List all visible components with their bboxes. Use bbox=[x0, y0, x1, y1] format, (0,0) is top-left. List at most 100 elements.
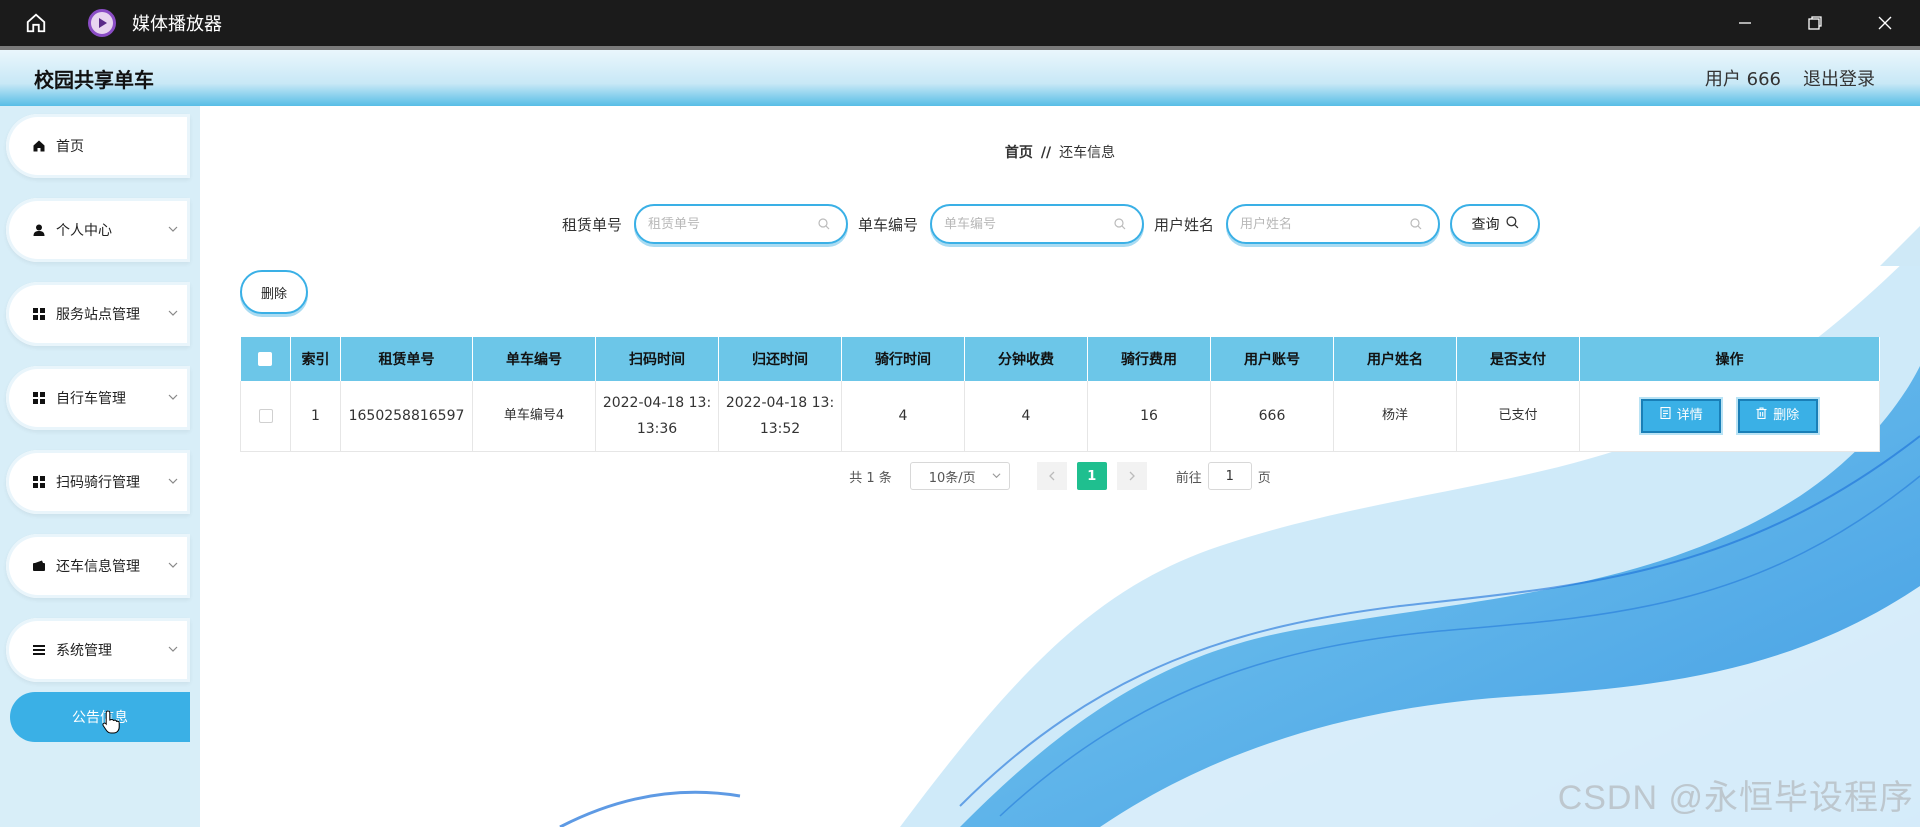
sidebar-item-returns[interactable]: 还车信息管理 bbox=[6, 534, 190, 598]
returns-table: 索引 租赁单号 单车编号 扫码时间 归还时间 骑行时间 分钟收费 骑行费用 用户… bbox=[240, 337, 1880, 452]
hand-cursor-icon bbox=[102, 710, 120, 738]
scan-time-line: 2022-04-18 13: bbox=[602, 394, 712, 411]
breadcrumb-home[interactable]: 首页 bbox=[1005, 145, 1033, 161]
scan-time-cell: 2022-04-18 13: 13:36 bbox=[595, 381, 719, 452]
sidebar-item-label: 首页 bbox=[56, 139, 84, 155]
trash-icon bbox=[1756, 403, 1767, 429]
sidebar-item-home[interactable]: 首页 bbox=[6, 114, 190, 178]
column-header: 骑行费用 bbox=[1087, 337, 1211, 381]
main-content: 首页 // 还车信息 租赁单号 单车编号 用户姓名 查询 删除 bbox=[200, 106, 1920, 827]
fee-cell: 16 bbox=[1087, 381, 1211, 452]
window-title: 媒体播放器 bbox=[132, 14, 222, 35]
column-header: 用户姓名 bbox=[1333, 337, 1457, 381]
document-icon bbox=[1660, 403, 1671, 429]
column-header: 是否支付 bbox=[1456, 337, 1580, 381]
per-minute-cell: 4 bbox=[964, 381, 1088, 452]
sidebar-item-rides[interactable]: 扫码骑行管理 bbox=[6, 450, 190, 514]
sidebar-item-label: 个人中心 bbox=[56, 223, 112, 239]
home-icon[interactable] bbox=[0, 0, 72, 46]
column-header: 操作 bbox=[1579, 337, 1880, 381]
order-no-cell: 1650258816597 bbox=[340, 381, 473, 452]
minimize-button[interactable] bbox=[1710, 0, 1780, 46]
goto-page: 前往 页 bbox=[1176, 462, 1271, 490]
sidebar-item-announcements[interactable]: 公告信息 bbox=[10, 692, 190, 742]
sidebar: 首页 个人中心 服务站点管理 自行车管理 扫码骑行管理 还车信息管理 系统管理 … bbox=[0, 106, 200, 827]
table-row: 1 1650258816597 单车编号4 2022-04-18 13: 13:… bbox=[240, 381, 1880, 452]
return-time-line: 2022-04-18 13: bbox=[725, 394, 835, 411]
order-no-label: 租赁单号 bbox=[562, 215, 623, 234]
table-header-row: 索引 租赁单号 单车编号 扫码时间 归还时间 骑行时间 分钟收费 骑行费用 用户… bbox=[240, 337, 1880, 381]
page-number-current[interactable]: 1 bbox=[1076, 462, 1107, 490]
return-time-line: 13:52 bbox=[759, 420, 801, 437]
column-header: 归还时间 bbox=[718, 337, 842, 381]
restore-button[interactable] bbox=[1780, 0, 1850, 46]
batch-delete-button[interactable]: 删除 bbox=[240, 270, 308, 314]
sidebar-item-bikes[interactable]: 自行车管理 bbox=[6, 366, 190, 430]
ride-time-cell: 4 bbox=[841, 381, 965, 452]
column-header: 用户账号 bbox=[1210, 337, 1334, 381]
user-icon bbox=[32, 223, 46, 237]
bike-no-cell: 单车编号4 bbox=[472, 381, 596, 452]
column-header: 分钟收费 bbox=[964, 337, 1088, 381]
page-size-select[interactable]: 10条/页 bbox=[909, 462, 1010, 490]
total-count: 共 1 条 bbox=[849, 470, 892, 486]
sidebar-item-stations[interactable]: 服务站点管理 bbox=[6, 282, 190, 346]
window-titlebar: 媒体播放器 bbox=[0, 0, 1920, 46]
app-header: 校园共享单车 用户 666 退出登录 bbox=[0, 50, 1920, 106]
chevron-down-icon bbox=[168, 474, 178, 490]
goto-page-input[interactable] bbox=[1207, 462, 1252, 490]
name-cell: 杨洋 bbox=[1333, 381, 1457, 452]
bike-no-input[interactable] bbox=[944, 216, 1115, 232]
query-label: 查询 bbox=[1471, 217, 1500, 233]
list-icon bbox=[32, 643, 46, 657]
breadcrumb-separator: // bbox=[1040, 145, 1052, 161]
index-cell: 1 bbox=[290, 381, 341, 452]
user-name-label: 用户姓名 bbox=[1154, 215, 1215, 234]
next-page-button[interactable] bbox=[1116, 462, 1147, 490]
grid-icon bbox=[32, 391, 46, 405]
page-suffix: 页 bbox=[1257, 470, 1271, 486]
detail-button[interactable]: 详情 bbox=[1641, 398, 1722, 433]
close-button[interactable] bbox=[1850, 0, 1920, 46]
query-button[interactable]: 查询 bbox=[1450, 204, 1541, 244]
user-name-input[interactable] bbox=[1240, 216, 1411, 232]
chevron-down-icon bbox=[168, 222, 178, 238]
detail-label: 详情 bbox=[1676, 407, 1703, 423]
logout-link[interactable]: 退出登录 bbox=[1803, 65, 1875, 91]
media-player-logo-icon bbox=[88, 9, 116, 37]
prev-page-button[interactable] bbox=[1036, 462, 1067, 490]
bike-no-label: 单车编号 bbox=[858, 215, 919, 234]
row-delete-button[interactable]: 删除 bbox=[1737, 398, 1818, 433]
chevron-down-icon bbox=[992, 469, 1001, 484]
search-bar: 租赁单号 单车编号 用户姓名 查询 bbox=[562, 204, 1541, 244]
sidebar-item-profile[interactable]: 个人中心 bbox=[6, 198, 190, 262]
row-checkbox[interactable] bbox=[258, 408, 273, 423]
scan-time-line: 13:36 bbox=[636, 420, 678, 437]
select-all-checkbox[interactable] bbox=[258, 352, 273, 366]
grid-icon bbox=[32, 307, 46, 321]
brand-title: 校园共享单车 bbox=[34, 67, 154, 92]
order-no-field bbox=[634, 204, 849, 244]
sidebar-item-label: 系统管理 bbox=[56, 643, 112, 659]
search-icon bbox=[1505, 215, 1519, 233]
sidebar-item-system[interactable]: 系统管理 bbox=[6, 618, 190, 682]
home-icon bbox=[32, 139, 46, 153]
delete-label: 删除 bbox=[1773, 407, 1800, 423]
grid-icon bbox=[32, 475, 46, 489]
actions-cell: 详情 删除 bbox=[1579, 381, 1880, 452]
column-header: 骑行时间 bbox=[841, 337, 965, 381]
breadcrumb-current: 还车信息 bbox=[1059, 145, 1116, 161]
sidebar-item-label: 服务站点管理 bbox=[56, 307, 140, 323]
account-cell: 666 bbox=[1210, 381, 1334, 452]
order-no-input[interactable] bbox=[648, 216, 819, 232]
breadcrumb: 首页 // 还车信息 bbox=[200, 142, 1920, 162]
wallet-icon bbox=[32, 559, 46, 573]
chevron-down-icon bbox=[168, 306, 178, 322]
goto-label: 前往 bbox=[1175, 470, 1202, 486]
column-header: 扫码时间 bbox=[595, 337, 719, 381]
select-all-cell bbox=[240, 337, 291, 381]
sidebar-item-label: 自行车管理 bbox=[56, 391, 126, 407]
bike-no-field bbox=[930, 204, 1145, 244]
paid-cell: 已支付 bbox=[1456, 381, 1580, 452]
chevron-down-icon bbox=[168, 558, 178, 574]
